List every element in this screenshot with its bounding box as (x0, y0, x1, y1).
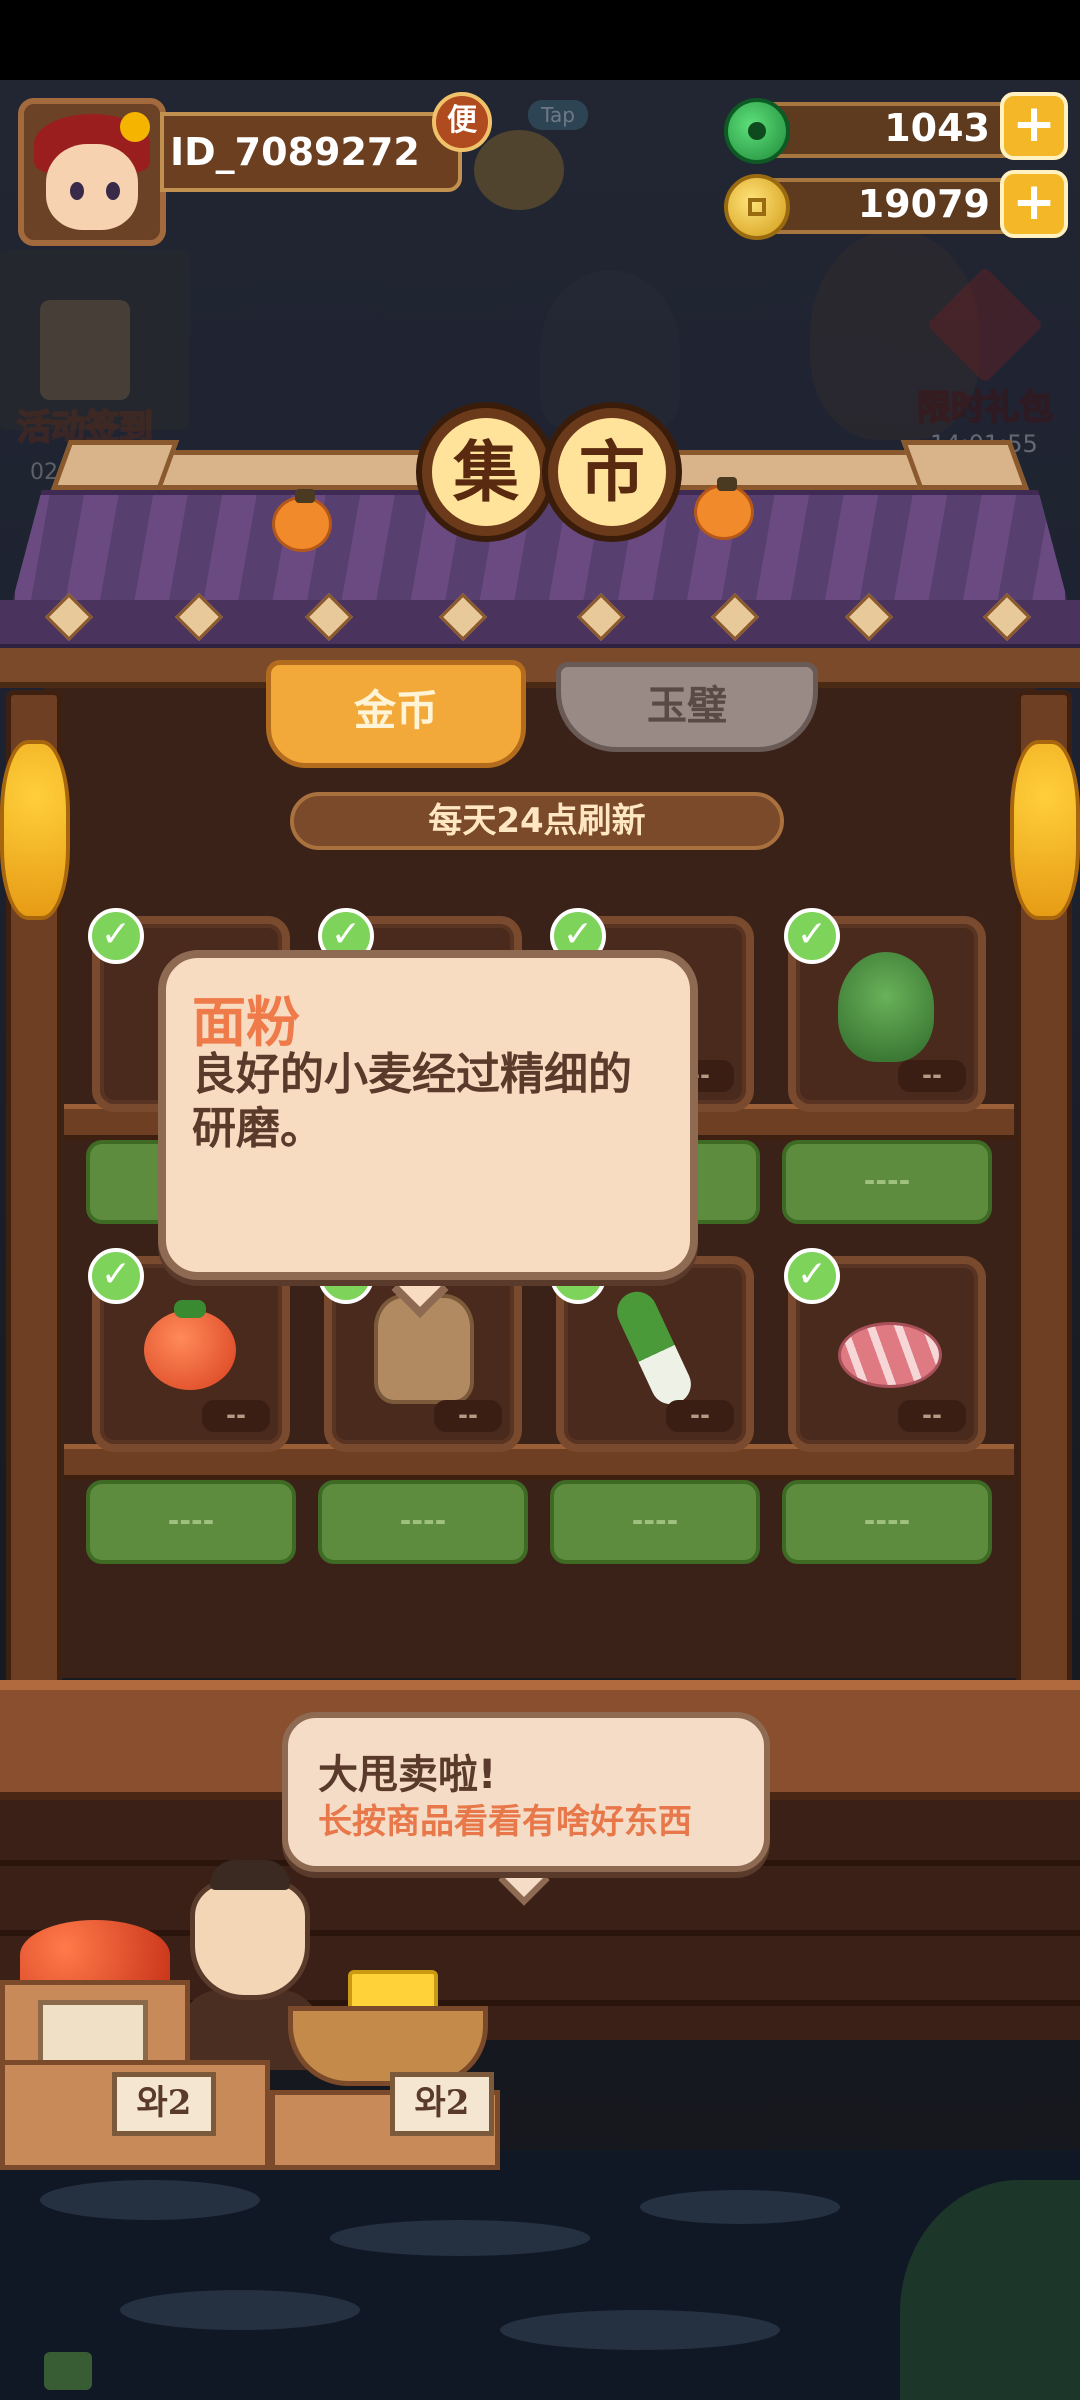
add-jade-button[interactable]: + (1000, 92, 1068, 160)
background-tree (540, 270, 680, 430)
player-avatar[interactable] (18, 98, 166, 246)
corner-decoration (44, 2352, 92, 2390)
corn-decoration (0, 740, 70, 920)
price-sign: 와2 (112, 2072, 216, 2136)
tooltip-item-description: 良好的小麦经过精细的研磨。 (192, 1049, 632, 1154)
player-id: ID_7089272 (170, 130, 420, 174)
gift-icon (926, 266, 1044, 384)
persimmon-decoration (694, 477, 754, 540)
item-quantity: -- (666, 1400, 734, 1432)
buy-price-button[interactable]: ---- (782, 1140, 992, 1224)
greens-icon (838, 952, 934, 1062)
level-badge-icon (120, 112, 150, 142)
tab-coins[interactable]: 金币 (266, 660, 526, 768)
buy-price-button[interactable]: ---- (86, 1480, 296, 1564)
price-sign: 와2 (390, 2072, 494, 2136)
market-title-char-2: 市 (548, 408, 676, 536)
buy-price-button[interactable]: ---- (318, 1480, 528, 1564)
check-icon: ✓ (88, 1248, 144, 1304)
check-icon: ✓ (784, 908, 840, 964)
corn-decoration (1010, 740, 1080, 920)
item-quantity: -- (898, 1400, 966, 1432)
coin-amount: 19079 (857, 182, 990, 226)
jade-amount: 1043 (884, 106, 990, 150)
item-quantity: -- (898, 1060, 966, 1092)
pet-tap-button[interactable]: Tap (468, 100, 588, 210)
status-bar-area (0, 0, 1080, 80)
scallion-icon (610, 1285, 698, 1411)
check-icon: ✓ (784, 1248, 840, 1304)
buy-price-button[interactable]: ---- (550, 1480, 760, 1564)
persimmon-decoration (272, 489, 332, 552)
stall-beam (0, 648, 1080, 688)
tap-hint: Tap (528, 100, 588, 130)
add-coin-button[interactable]: + (1000, 170, 1068, 238)
item-quantity: -- (202, 1400, 270, 1432)
vendor-speech-hint: 长按商品看看有啥好东西 (318, 1802, 692, 1842)
tomato-icon (144, 1300, 236, 1390)
calendar-icon (40, 300, 130, 400)
pet-icon (474, 130, 564, 210)
tooltip-item-name: 面粉 (192, 991, 300, 1054)
item-quantity: -- (434, 1400, 502, 1432)
check-icon: ✓ (88, 908, 144, 964)
vendor-speech-title: 大甩卖啦! (318, 1752, 497, 1798)
buy-price-button[interactable]: ---- (782, 1480, 992, 1564)
market-title-char-1: 集 (422, 408, 550, 536)
tab-jade[interactable]: 玉璧 (556, 662, 818, 752)
pork-belly-icon (838, 1322, 942, 1388)
refresh-notice: 每天24点刷新 (290, 792, 784, 850)
event-checkin-button[interactable]: 活动签到 02 (10, 300, 160, 485)
limited-gift-label: 限时礼包 (916, 387, 1054, 429)
